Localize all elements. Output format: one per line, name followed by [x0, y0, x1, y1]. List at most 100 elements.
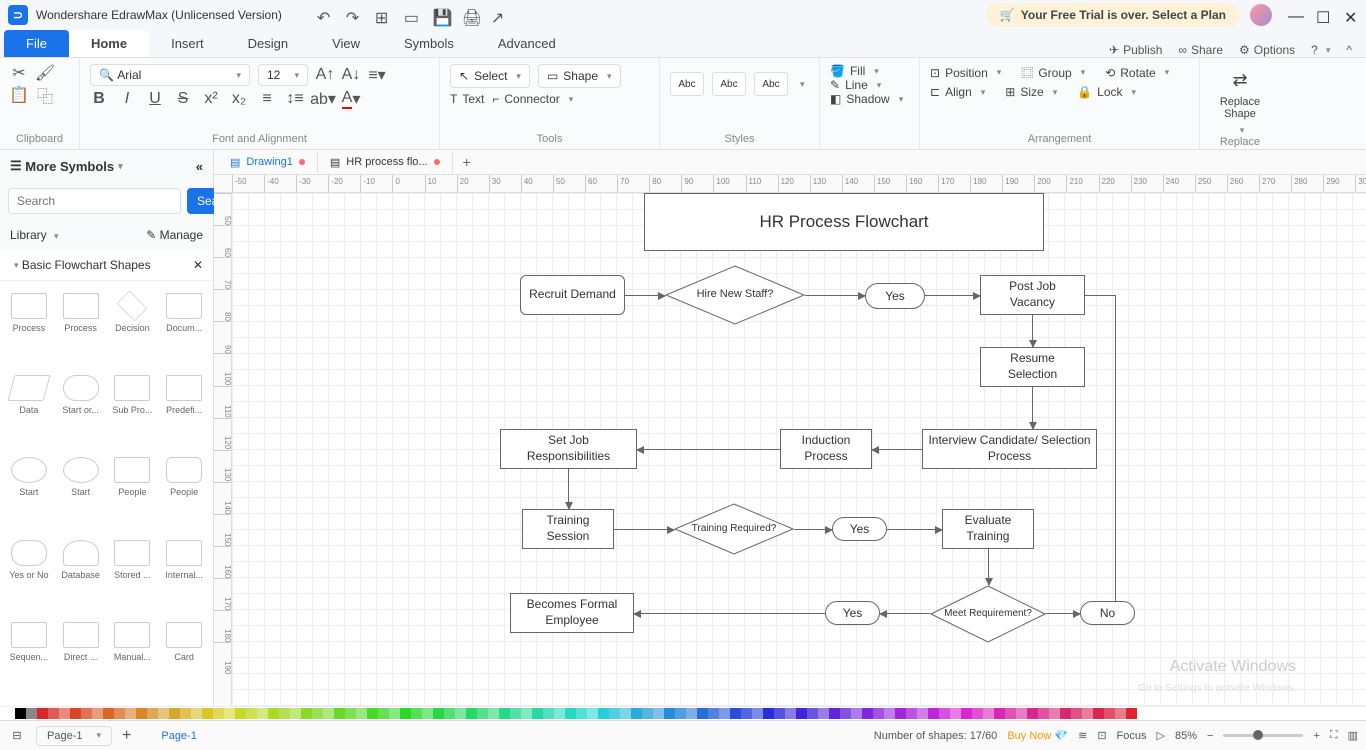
color-swatch[interactable]	[686, 708, 697, 719]
color-swatch[interactable]	[114, 708, 125, 719]
color-swatch[interactable]	[1049, 708, 1060, 719]
color-swatch[interactable]	[147, 708, 158, 719]
color-swatch[interactable]	[796, 708, 807, 719]
shape-item[interactable]: Start or...	[56, 371, 106, 451]
color-swatch[interactable]	[455, 708, 466, 719]
color-swatch[interactable]	[466, 708, 477, 719]
color-swatch[interactable]	[334, 708, 345, 719]
shape-item[interactable]: People	[159, 453, 209, 533]
color-swatch[interactable]	[565, 708, 576, 719]
section-close-icon[interactable]: ✕	[193, 258, 203, 272]
color-swatch[interactable]	[631, 708, 642, 719]
line-button[interactable]: ✎Line▾	[830, 78, 909, 92]
color-swatch[interactable]	[939, 708, 950, 719]
color-swatch[interactable]	[81, 708, 92, 719]
color-swatch[interactable]	[1104, 708, 1115, 719]
color-swatch[interactable]	[312, 708, 323, 719]
color-swatch[interactable]	[1093, 708, 1104, 719]
shape-item[interactable]: Process	[56, 289, 106, 369]
color-swatch[interactable]	[620, 708, 631, 719]
shape-item[interactable]: Card	[159, 618, 209, 698]
node-hire-new[interactable]: Hire New Staff?	[665, 265, 805, 325]
color-swatch[interactable]	[180, 708, 191, 719]
color-swatch[interactable]	[268, 708, 279, 719]
color-swatch[interactable]	[774, 708, 785, 719]
collapse-panel-icon[interactable]: «	[196, 159, 203, 174]
color-swatch[interactable]	[290, 708, 301, 719]
shape-item[interactable]: Sequen...	[4, 618, 54, 698]
node-formal[interactable]: Becomes Formal Employee	[510, 593, 634, 633]
color-swatch[interactable]	[301, 708, 312, 719]
color-swatch[interactable]	[851, 708, 862, 719]
subscript-icon[interactable]: x₂	[230, 90, 248, 108]
color-swatch[interactable]	[323, 708, 334, 719]
color-swatch[interactable]	[4, 708, 15, 719]
node-yes-3[interactable]: Yes	[825, 601, 880, 625]
color-swatch[interactable]	[1038, 708, 1049, 719]
node-set-job[interactable]: Set Job Responsibilities	[500, 429, 637, 469]
color-swatch[interactable]	[763, 708, 774, 719]
shapes-section-header[interactable]: ▾ Basic Flowchart Shapes ✕	[0, 250, 213, 281]
shape-item[interactable]: Stored ...	[108, 536, 158, 616]
color-swatch[interactable]	[1082, 708, 1093, 719]
color-swatch[interactable]	[1005, 708, 1016, 719]
user-avatar[interactable]	[1250, 4, 1272, 26]
increase-font-icon[interactable]: A↑	[316, 66, 334, 84]
color-swatch[interactable]	[587, 708, 598, 719]
color-swatch[interactable]	[125, 708, 136, 719]
color-swatch[interactable]	[752, 708, 763, 719]
tab-home[interactable]: Home	[69, 30, 149, 57]
shape-item[interactable]: Direct ...	[56, 618, 106, 698]
color-swatch[interactable]	[59, 708, 70, 719]
color-swatch[interactable]	[499, 708, 510, 719]
help-button[interactable]: ?▾	[1311, 43, 1330, 57]
color-swatch[interactable]	[15, 708, 26, 719]
highlight-icon[interactable]: ab▾	[314, 90, 332, 108]
color-swatch[interactable]	[48, 708, 59, 719]
flowchart-title[interactable]: HR Process Flowchart	[644, 193, 1044, 251]
shape-item[interactable]: Predefi...	[159, 371, 209, 451]
print-icon[interactable]: 🖨	[462, 8, 476, 22]
node-interview[interactable]: Interview Candidate/ Selection Process	[922, 429, 1097, 469]
color-swatch[interactable]	[235, 708, 246, 719]
tab-view[interactable]: View	[310, 30, 382, 57]
color-swatch[interactable]	[719, 708, 730, 719]
close-icon[interactable]: ✕	[1344, 8, 1358, 22]
node-training-req[interactable]: Training Required?	[674, 503, 794, 555]
shape-item[interactable]: Start	[4, 453, 54, 533]
color-swatch[interactable]	[807, 708, 818, 719]
shape-item[interactable]: Decision	[108, 289, 158, 369]
manage-button[interactable]: ✎ Manage	[146, 228, 203, 242]
color-swatch[interactable]	[202, 708, 213, 719]
group-button[interactable]: ⿴Group▾	[1021, 64, 1085, 81]
lock-button[interactable]: 🔒Lock▾	[1077, 85, 1136, 99]
color-swatch[interactable]	[785, 708, 796, 719]
color-swatch[interactable]	[697, 708, 708, 719]
node-yes-1[interactable]: Yes	[865, 283, 925, 309]
color-swatch[interactable]	[488, 708, 499, 719]
color-swatch[interactable]	[917, 708, 928, 719]
save-icon[interactable]: 💾	[433, 8, 447, 22]
library-dropdown[interactable]: Library ▾	[10, 228, 59, 242]
font-size-select[interactable]: 12▾	[258, 64, 308, 86]
color-swatch[interactable]	[873, 708, 884, 719]
italic-icon[interactable]: I	[118, 90, 136, 108]
connector-tool[interactable]: ⌐Connector▾	[492, 92, 573, 106]
shape-item[interactable]: Manual...	[108, 618, 158, 698]
shadow-button[interactable]: ◧Shadow▾	[830, 92, 909, 106]
replace-shape-button[interactable]: ⇄ Replace Shape ▾	[1210, 70, 1270, 136]
superscript-icon[interactable]: x²	[202, 90, 220, 108]
color-swatch[interactable]	[356, 708, 367, 719]
color-swatch[interactable]	[708, 708, 719, 719]
color-swatch[interactable]	[367, 708, 378, 719]
shape-item[interactable]: Internal...	[159, 536, 209, 616]
doc-tab-1[interactable]: ▤Drawing1	[218, 152, 318, 173]
color-swatch[interactable]	[224, 708, 235, 719]
more-symbols-label[interactable]: More Symbols	[25, 159, 114, 174]
select-tool[interactable]: ↖Select▾	[450, 64, 530, 88]
color-swatch[interactable]	[1115, 708, 1126, 719]
color-swatch[interactable]	[279, 708, 290, 719]
node-recruit[interactable]: Recruit Demand	[520, 275, 625, 315]
color-swatch[interactable]	[191, 708, 202, 719]
styles-more-icon[interactable]: ▾	[800, 79, 805, 90]
